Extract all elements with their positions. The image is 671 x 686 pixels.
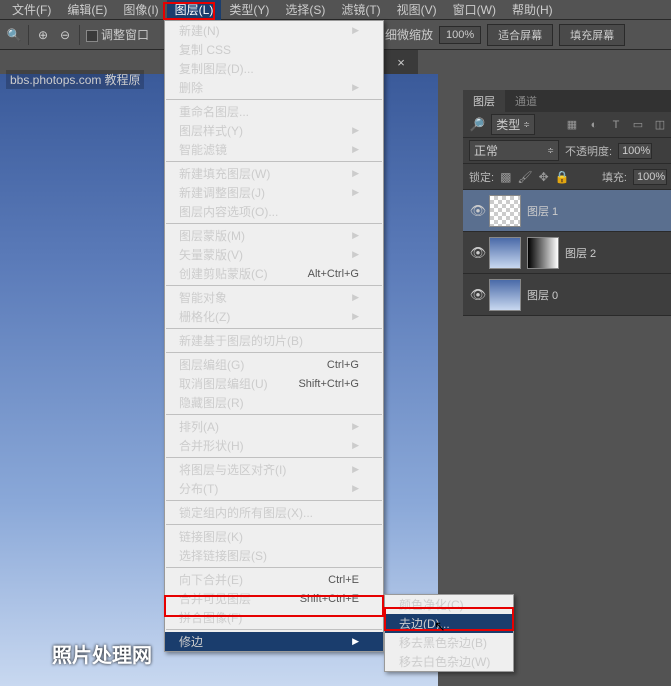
menu-select-linked: 选择链接图层(S) [165,546,383,565]
visibility-toggle-icon[interactable]: 👁 [467,287,489,303]
submenu-remove-white-matte[interactable]: 移去白色杂边(W) [385,652,513,671]
submenu-remove-black-matte[interactable]: 移去黑色杂边(B) [385,633,513,652]
menu-window[interactable]: 窗口(W) [445,0,504,20]
document-tabs: × [384,50,418,74]
document-tab[interactable]: × [384,50,418,74]
visibility-toggle-icon[interactable]: 👁 [467,245,489,261]
layer-item[interactable]: 👁 图层 1 [463,190,671,232]
menu-merge-visible[interactable]: 合并可见图层Shift+Ctrl+E [165,589,383,608]
filter-type-select[interactable]: 类型 ≑ [491,114,535,135]
menu-rename-layer[interactable]: 重命名图层... [165,102,383,121]
lock-transparent-icon[interactable]: ▩ [500,170,511,184]
opacity-label: 不透明度: [565,143,612,159]
submenu-color-decontaminate: 颜色净化(C)... [385,595,513,614]
menu-arrange[interactable]: 排列(A)▶ [165,417,383,436]
menu-ungroup-layers: 取消图层编组(U)Shift+Ctrl+G [165,374,383,393]
menu-type[interactable]: 类型(Y) [221,0,277,20]
menu-new-layer-based-slice[interactable]: 新建基于图层的切片(B) [165,331,383,350]
main-menubar[interactable]: 文件(F) 编辑(E) 图像(I) 图层(L) 类型(Y) 选择(S) 滤镜(T… [0,0,671,20]
visibility-toggle-icon[interactable]: 👁 [467,203,489,219]
menu-flatten-image[interactable]: 拼合图像(F) [165,608,383,627]
menu-distribute: 分布(T)▶ [165,479,383,498]
menu-new-adjustment-layer[interactable]: 新建调整图层(J)▶ [165,183,383,202]
blend-mode-select[interactable]: 正常≑ [469,140,559,161]
menu-smart-object[interactable]: 智能对象▶ [165,288,383,307]
menu-smart-filter: 智能滤镜▶ [165,140,383,159]
menu-matting[interactable]: 修边▶ [165,632,383,651]
submenu-defringe[interactable]: 去边(D)... [385,614,513,633]
mouse-cursor-icon: ↖ [434,618,446,635]
menu-combine-shapes: 合并形状(H)▶ [165,436,383,455]
menu-new[interactable]: 新建(N)▶ [165,21,383,40]
close-icon[interactable]: × [394,55,408,69]
menu-edit[interactable]: 编辑(E) [59,0,115,20]
layer-dropdown-menu: 新建(N)▶ 复制 CSS 复制图层(D)... 删除▶ 重命名图层... 图层… [164,20,384,652]
menu-layer[interactable]: 图层(L) [167,0,222,20]
menu-duplicate-layer[interactable]: 复制图层(D)... [165,59,383,78]
watermark-text: 照片处理网 [52,639,152,668]
separator [28,25,29,45]
menu-layer-style[interactable]: 图层样式(Y)▶ [165,121,383,140]
lock-image-icon[interactable]: 🖌 [517,170,532,184]
filter-shape-icon[interactable]: ▭ [631,118,645,132]
filter-adjust-icon[interactable]: ◐ [587,118,601,132]
layer-name[interactable]: 图层 2 [565,245,596,261]
menu-vector-mask[interactable]: 矢量蒙版(V)▶ [165,245,383,264]
menu-new-fill-layer[interactable]: 新建填充图层(W)▶ [165,164,383,183]
zoom-out-icon[interactable]: ⊖ [57,27,73,43]
fill-input[interactable]: 100% [633,169,667,185]
menu-delete[interactable]: 删除▶ [165,78,383,97]
adjust-window-checkbox[interactable]: 调整窗口 [86,26,149,43]
menu-create-clipping-mask[interactable]: 创建剪贴蒙版(C)Alt+Ctrl+G [165,264,383,283]
filter-icon[interactable]: 🔎 [469,117,485,133]
zoom-percent[interactable]: 100% [439,26,481,44]
menu-hide-layers[interactable]: 隐藏图层(R) [165,393,383,412]
lock-label: 锁定: [469,169,494,185]
menu-link-layers[interactable]: 链接图层(K) [165,527,383,546]
fill-label: 填充: [602,169,627,185]
tab-channels[interactable]: 通道 [505,90,547,112]
layer-item[interactable]: 👁 图层 0 [463,274,671,316]
menu-copy-css[interactable]: 复制 CSS [165,40,383,59]
separator [79,25,80,45]
layer-thumbnail[interactable] [489,237,521,269]
filter-pixel-icon[interactable]: ▦ [565,118,579,132]
filter-smart-icon[interactable]: ◫ [653,118,667,132]
menu-select[interactable]: 选择(S) [277,0,333,20]
menu-help[interactable]: 帮助(H) [504,0,561,20]
menu-group-layers[interactable]: 图层编组(G)Ctrl+G [165,355,383,374]
menu-filter[interactable]: 滤镜(T) [333,0,388,20]
zoom-tool-icon[interactable]: 🔍 [6,27,22,43]
layers-panel: 图层 通道 🔎 类型 ≑ ▦ ◐ T ▭ ◫ 正常≑ 不透明度: 100% 锁定… [463,90,671,316]
filter-type-icon[interactable]: T [609,118,623,132]
menu-image[interactable]: 图像(I) [115,0,166,20]
fill-screen-button[interactable]: 填充屏幕 [559,24,625,46]
layer-name[interactable]: 图层 0 [527,287,558,303]
menu-layer-content-options: 图层内容选项(O)... [165,202,383,221]
opacity-input[interactable]: 100% [618,143,652,159]
layer-name[interactable]: 图层 1 [527,203,558,219]
micro-zoom-checkbox[interactable]: 细微缩放 [385,26,433,43]
tab-layers[interactable]: 图层 [463,90,505,112]
menu-align-to-selection[interactable]: 将图层与选区对齐(I)▶ [165,460,383,479]
lock-all-icon[interactable]: 🔒 [555,170,570,184]
menu-merge-down[interactable]: 向下合并(E)Ctrl+E [165,570,383,589]
layer-mask-thumbnail[interactable] [527,237,559,269]
layer-item[interactable]: 👁 图层 2 [463,232,671,274]
fit-screen-button[interactable]: 适合屏幕 [487,24,553,46]
menu-file[interactable]: 文件(F) [4,0,59,20]
menu-lock-all-in-group[interactable]: 锁定组内的所有图层(X)... [165,503,383,522]
menu-rasterize: 栅格化(Z)▶ [165,307,383,326]
menu-view[interactable]: 视图(V) [389,0,445,20]
matting-submenu: 颜色净化(C)... 去边(D)... 移去黑色杂边(B) 移去白色杂边(W) [384,594,514,672]
layer-thumbnail[interactable] [489,195,521,227]
zoom-in-icon[interactable]: ⊕ [35,27,51,43]
lock-position-icon[interactable]: ✥ [539,170,549,184]
layer-thumbnail[interactable] [489,279,521,311]
menu-layer-mask[interactable]: 图层蒙版(M)▶ [165,226,383,245]
watermark-url: bbs.photops.com 教程原 [6,70,144,89]
